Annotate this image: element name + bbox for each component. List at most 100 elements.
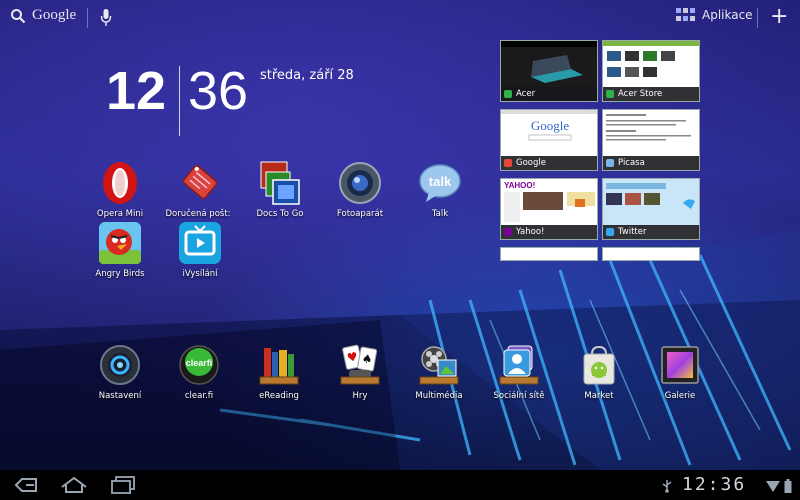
svg-text:Google: Google xyxy=(531,118,570,133)
shortcut-opera-mini[interactable]: Opera Mini xyxy=(80,160,160,219)
google-icon xyxy=(504,159,512,167)
task-caption: Twitter xyxy=(603,225,699,239)
picasa-icon xyxy=(606,159,614,167)
battery-status xyxy=(784,478,792,497)
recent-task-google[interactable]: Google Google xyxy=(500,109,598,171)
apps-button[interactable]: Aplikace xyxy=(676,8,753,22)
dock-games[interactable]: ♥ ♠ Hry xyxy=(320,344,400,401)
back-icon xyxy=(14,478,37,492)
social-icon xyxy=(498,344,540,386)
clock-date: středa, září 28 xyxy=(260,68,354,83)
dock-label: clear.fi xyxy=(184,391,214,401)
dock-label: Nastavení xyxy=(98,391,142,401)
dock-social[interactable]: Sociální sítě xyxy=(479,344,559,401)
settings-icon xyxy=(99,344,141,386)
usb-icon xyxy=(662,480,672,493)
task-label: Acer Store xyxy=(618,89,663,99)
dock-settings[interactable]: Nastavení xyxy=(80,344,160,401)
dock-multimedia[interactable]: Multimédia xyxy=(399,344,479,401)
search-label: Google xyxy=(32,7,77,23)
dock-label: Galerie xyxy=(664,391,696,401)
shortcut-label: Docs To Go xyxy=(256,209,304,219)
task-label: Picasa xyxy=(618,158,645,168)
apps-label: Aplikace xyxy=(702,8,753,22)
shortcut-label: Angry Birds xyxy=(95,269,145,279)
recent-task-partial[interactable] xyxy=(500,247,598,261)
search-icon xyxy=(11,8,26,23)
clock-hour: 12 xyxy=(106,61,167,121)
battery-icon xyxy=(784,479,792,493)
shortcut-label: Talk xyxy=(431,209,449,219)
task-label: Yahoo! xyxy=(516,227,545,237)
shortcut-label: Fotoaparát xyxy=(336,209,384,219)
shortcut-docs-to-go[interactable]: Docs To Go xyxy=(240,160,320,219)
dock-label: Sociální sítě xyxy=(493,391,545,401)
task-label: Acer xyxy=(516,89,536,99)
svg-text:clearfi: clearfi xyxy=(186,358,213,368)
task-caption: Picasa xyxy=(603,156,699,170)
shortcut-camera[interactable]: Fotoaparát xyxy=(320,160,400,219)
clock-minute: 36 xyxy=(188,61,249,121)
ereading-icon xyxy=(258,344,300,386)
shortcut-talk[interactable]: talk Talk xyxy=(400,160,480,219)
task-label: Google xyxy=(516,158,546,168)
clearfi-icon: clearfi xyxy=(178,344,220,386)
shortcut-angry-birds[interactable]: Angry Birds xyxy=(80,220,160,279)
add-widget-button[interactable]: + xyxy=(770,6,788,28)
angry-birds-icon xyxy=(97,220,143,266)
recent-apps-icon xyxy=(111,476,135,494)
shortcut-label: iVysílání xyxy=(182,269,218,279)
gallery-icon xyxy=(659,344,701,386)
dock-ereading[interactable]: eReading xyxy=(239,344,319,401)
shortcut-label: Doručená pošt: xyxy=(165,209,231,219)
dock-label: Market xyxy=(584,391,614,401)
dock-label: Hry xyxy=(352,391,368,401)
multimedia-icon xyxy=(418,344,460,386)
dock-market[interactable]: Market xyxy=(559,344,639,401)
market-icon xyxy=(578,344,620,386)
task-caption: Google xyxy=(501,156,597,170)
google-search-button[interactable]: Google xyxy=(10,7,76,24)
top-bar: Google Aplikace + xyxy=(0,0,800,36)
divider xyxy=(87,8,88,28)
shortcut-ivysilani[interactable]: iVysílání xyxy=(160,220,240,279)
opera-icon xyxy=(97,160,143,206)
recent-task-yahoo[interactable]: YAHOO! Yahoo! xyxy=(500,178,598,240)
games-icon: ♥ ♠ xyxy=(339,344,381,386)
yahoo-icon xyxy=(504,228,512,236)
dock-label: eReading xyxy=(259,391,299,401)
shortcut-email[interactable]: Doručená pošt: xyxy=(158,160,238,219)
microphone-icon xyxy=(100,9,112,26)
camera-icon xyxy=(337,160,383,206)
dock-gallery[interactable]: Galerie xyxy=(640,344,720,401)
recent-task-partial[interactable] xyxy=(602,247,700,261)
dock-label: Multimédia xyxy=(415,391,463,401)
system-bar: 12:36 xyxy=(0,470,800,500)
voice-search-button[interactable] xyxy=(100,8,112,32)
recent-task-twitter[interactable]: Twitter xyxy=(602,178,700,240)
dock-clearfi[interactable]: clearfi clear.fi xyxy=(159,344,239,401)
acer-store-icon xyxy=(606,90,614,98)
tv-icon xyxy=(177,220,223,266)
home-icon xyxy=(61,476,87,493)
recent-task-acer-store[interactable]: Acer Store xyxy=(602,40,700,102)
recent-apps-button[interactable] xyxy=(110,475,136,499)
usb-notification[interactable] xyxy=(660,478,674,497)
acer-icon xyxy=(504,90,512,98)
task-caption: Acer Store xyxy=(603,87,699,101)
task-caption: Yahoo! xyxy=(501,225,597,239)
system-clock[interactable]: 12:36 xyxy=(682,475,746,495)
plus-icon: + xyxy=(770,4,789,29)
twitter-icon xyxy=(606,228,614,236)
recent-task-acer[interactable]: Acer xyxy=(500,40,598,102)
clock-separator xyxy=(179,66,180,136)
docs-to-go-icon xyxy=(257,160,303,206)
email-tag-icon xyxy=(175,160,221,206)
shortcut-label: Opera Mini xyxy=(96,209,144,219)
home-button[interactable] xyxy=(60,475,88,499)
divider xyxy=(757,8,758,28)
svg-text:talk: talk xyxy=(429,174,452,189)
recent-task-picasa[interactable]: Picasa xyxy=(602,109,700,171)
wifi-status xyxy=(766,478,780,497)
back-button[interactable] xyxy=(12,475,38,499)
